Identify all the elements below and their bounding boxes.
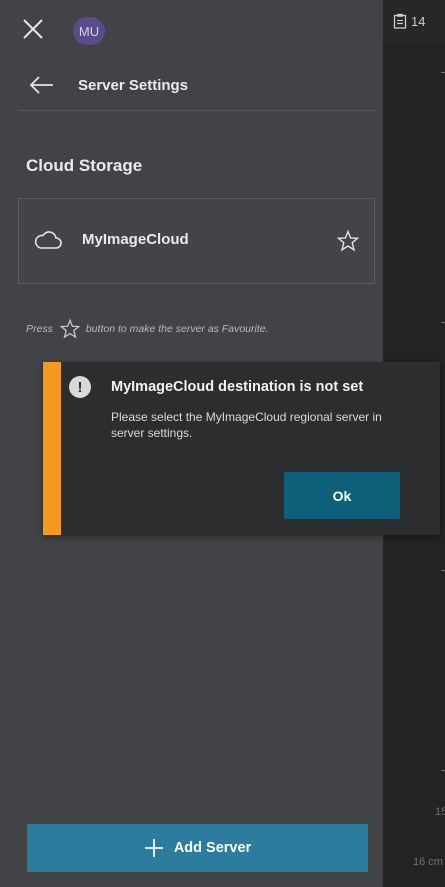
ruler-tick (441, 72, 445, 73)
dialog-message: Please select the MyImageCloud regional … (111, 410, 382, 440)
ruler-tick (441, 570, 445, 571)
close-button[interactable] (20, 16, 46, 42)
ruler-tick (441, 770, 445, 771)
ruler-tick (441, 322, 445, 323)
dialog-title: MyImageCloud destination is not set (111, 379, 364, 395)
back-button[interactable] (28, 71, 56, 99)
avatar[interactable]: MU (73, 17, 105, 45)
exclamation-icon: ! (69, 376, 91, 398)
hint-text-before: Press (26, 323, 53, 335)
favorite-button[interactable] (336, 229, 360, 253)
page-header: Server Settings (18, 60, 375, 111)
add-server-button[interactable]: Add Server (27, 824, 368, 872)
arrow-left-icon (29, 76, 53, 94)
page-title: Server Settings (78, 76, 189, 94)
clipboard-icon (393, 13, 407, 29)
section-title: Cloud Storage (26, 156, 143, 175)
close-icon (23, 19, 43, 39)
storage-item-label: MyImageCloud (82, 231, 189, 248)
storage-item-myimagecloud[interactable]: MyImageCloud (18, 198, 375, 284)
cloud-icon (33, 229, 63, 251)
warning-stripe (43, 362, 61, 535)
ruler-number: 15 (435, 806, 445, 818)
favourite-hint: Press button to make the server as Favou… (26, 318, 376, 340)
app-screen: 14 15 16 cm MU Server Settings Cloud Sto… (0, 0, 445, 887)
plus-icon (144, 839, 163, 857)
star-outline-icon (59, 318, 81, 339)
warning-dialog: ! MyImageCloud destination is not set Pl… (43, 362, 440, 535)
add-server-label: Add Server (173, 840, 252, 856)
drawer-topbar: MU (0, 0, 383, 60)
ruler-label: 16 cm (413, 856, 443, 868)
clip-count: 14 (411, 13, 426, 29)
hint-text-after: button to make the server as Favourite. (85, 323, 269, 335)
viewer-toolbar: 14 (383, 0, 445, 42)
star-outline-icon (336, 229, 360, 252)
ok-button[interactable]: Ok (284, 472, 400, 519)
